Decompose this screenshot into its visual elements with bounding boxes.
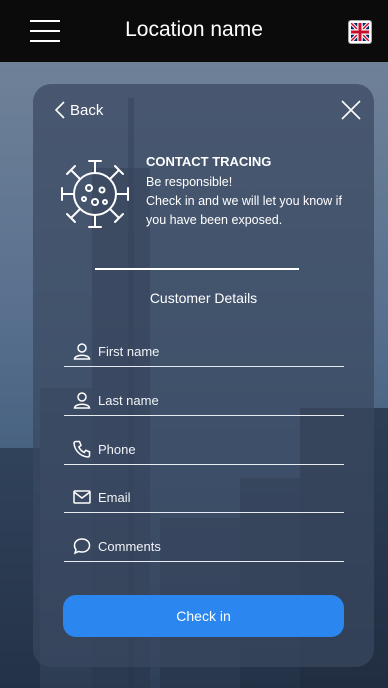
contact-tracing-title: CONTACT TRACING — [146, 154, 272, 169]
customer-details-title: Customer Details — [149, 290, 258, 306]
uk-flag-icon[interactable] — [348, 20, 372, 44]
email-input[interactable] — [98, 489, 328, 505]
phone-input[interactable] — [98, 441, 328, 457]
first-name-field[interactable] — [64, 336, 344, 367]
email-field[interactable] — [64, 482, 344, 513]
top-bar: Location name — [0, 0, 388, 62]
phone-field[interactable] — [64, 434, 344, 465]
contact-tracing-card: Back CONTACT TRACING Be responsible! Che… — [33, 84, 374, 667]
contact-tracing-text: Be responsible! Check in and we will let… — [146, 173, 351, 230]
chevron-left-icon — [54, 101, 65, 119]
user-icon — [72, 390, 92, 410]
last-name-input[interactable] — [98, 392, 328, 408]
last-name-field[interactable] — [64, 385, 344, 416]
user-icon — [72, 341, 92, 361]
virus-icon — [61, 160, 129, 228]
speech-bubble-icon — [72, 536, 92, 556]
back-label: Back — [70, 101, 104, 119]
first-name-input[interactable] — [98, 343, 328, 359]
tracing-line-2: Check in and we will let you know if you… — [146, 194, 342, 227]
tracing-line-1: Be responsible! — [146, 175, 233, 189]
back-button[interactable]: Back — [54, 101, 103, 119]
comments-input[interactable] — [98, 538, 328, 554]
envelope-icon — [72, 487, 92, 507]
divider — [95, 268, 299, 270]
hamburger-menu-icon[interactable] — [30, 20, 60, 42]
phone-icon — [72, 439, 92, 459]
comments-field[interactable] — [64, 531, 344, 562]
close-icon[interactable] — [341, 100, 361, 120]
check-in-button[interactable]: Check in — [63, 595, 344, 637]
